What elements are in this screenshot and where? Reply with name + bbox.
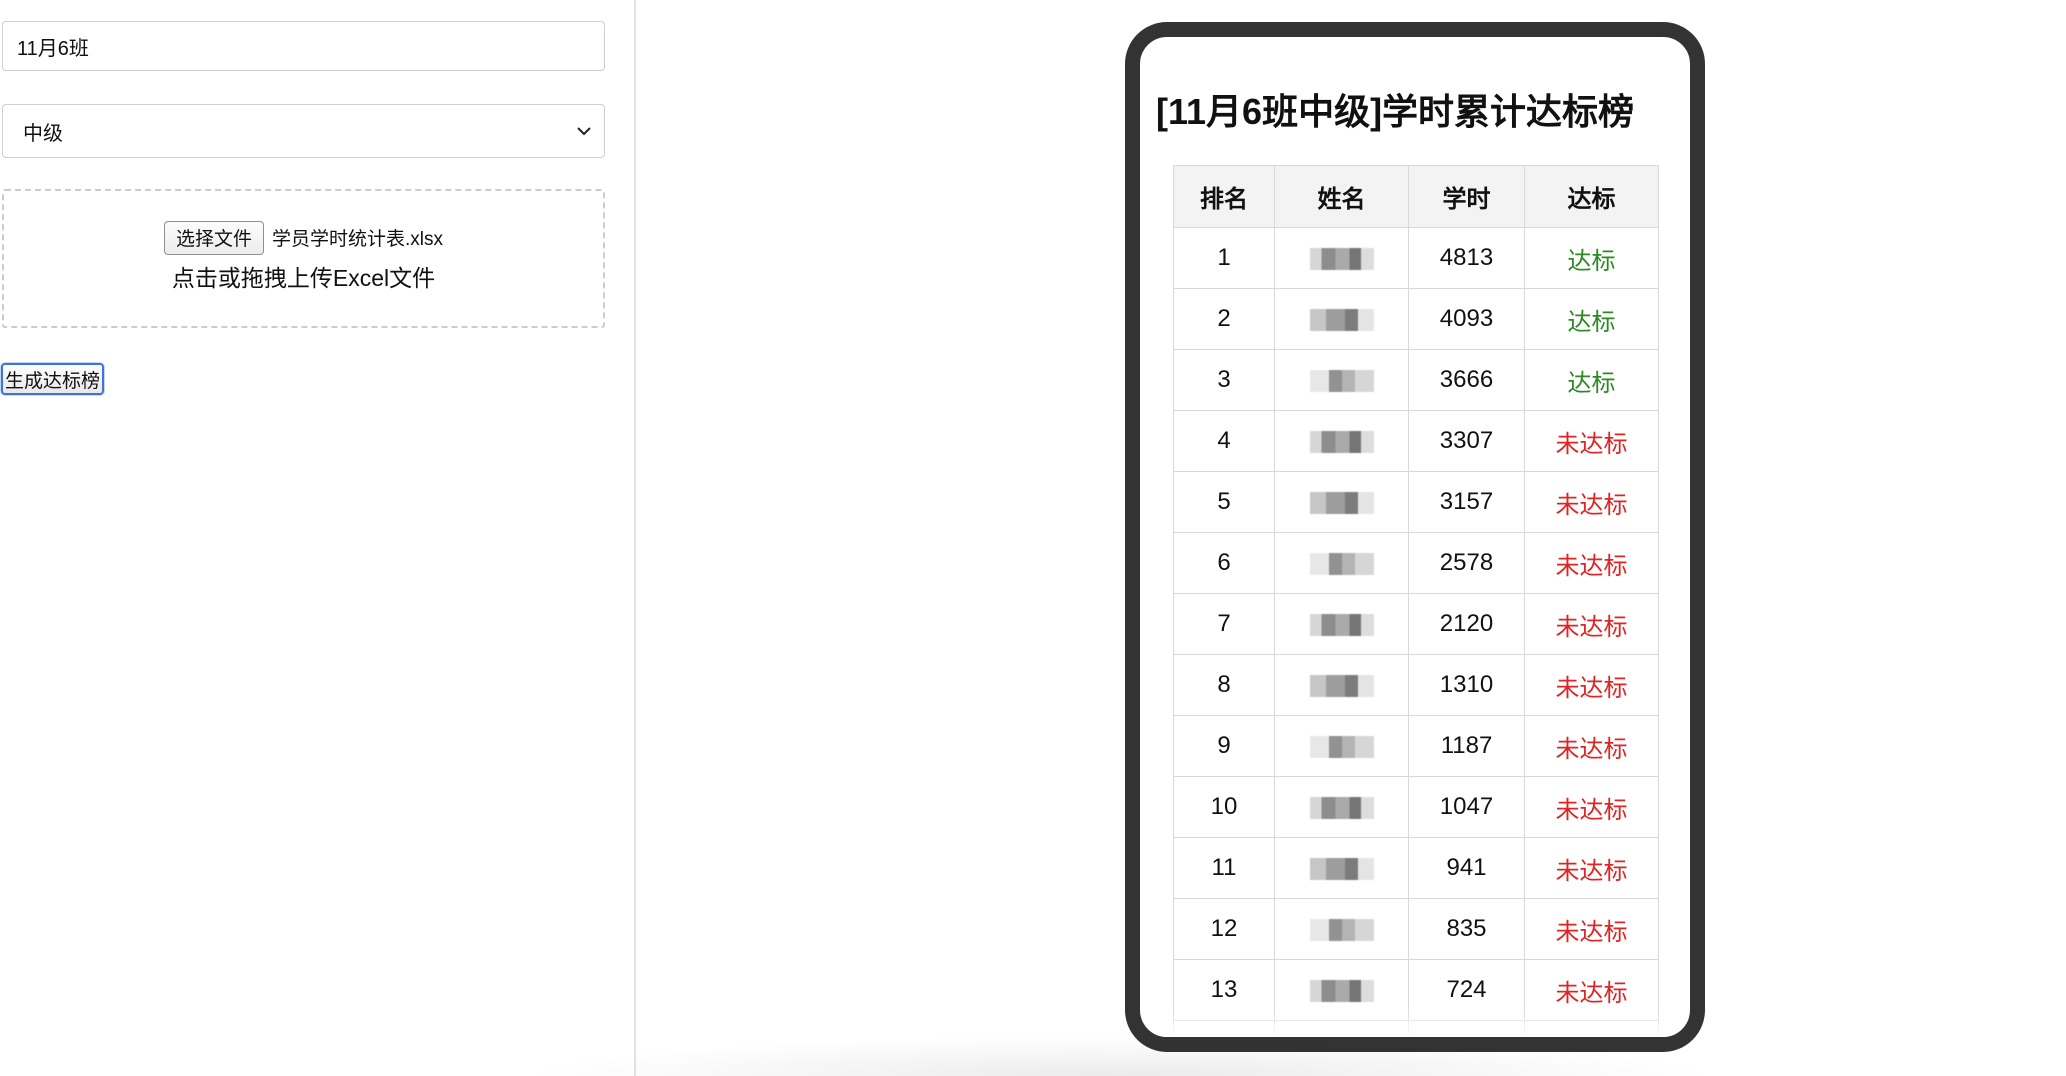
name-cell bbox=[1274, 410, 1409, 472]
redacted-name bbox=[1309, 308, 1374, 331]
table-row: 9 1187 未达标 bbox=[1173, 715, 1659, 777]
rank-cell: 10 bbox=[1173, 776, 1275, 838]
table-row: 8 1310 未达标 bbox=[1173, 654, 1659, 716]
file-picker-row: 选择文件 学员学时统计表.xlsx bbox=[163, 220, 444, 255]
rank-cell: 8 bbox=[1173, 654, 1275, 716]
hours-cell: 3307 bbox=[1408, 410, 1525, 472]
redacted-name bbox=[1309, 735, 1374, 758]
redacted-name bbox=[1309, 430, 1374, 453]
table-row: 6 2578 未达标 bbox=[1173, 532, 1659, 594]
table-row: 5 3157 未达标 bbox=[1173, 471, 1659, 533]
hours-cell: 4813 bbox=[1408, 227, 1525, 289]
column-header-name: 姓名 bbox=[1274, 165, 1409, 228]
scroll-fade bbox=[1140, 1011, 1690, 1037]
hours-cell: 835 bbox=[1408, 898, 1525, 960]
table-header-row: 排名 姓名 学时 达标 bbox=[1173, 165, 1659, 228]
leaderboard-table: 排名 姓名 学时 达标 1 4813 达标 2 4093 达标 3 3666 达标 4 3307 未达… bbox=[1173, 165, 1659, 1052]
status-cell: 达标 bbox=[1524, 288, 1659, 350]
hours-cell: 1187 bbox=[1408, 715, 1525, 777]
upload-hint-text: 点击或拖拽上传Excel文件 bbox=[171, 264, 436, 291]
name-cell bbox=[1274, 715, 1409, 777]
redacted-name bbox=[1309, 918, 1374, 941]
hours-cell: 941 bbox=[1408, 837, 1525, 899]
name-cell bbox=[1274, 837, 1409, 899]
table-row: 3 3666 达标 bbox=[1173, 349, 1659, 411]
choose-file-button[interactable]: 选择文件 bbox=[163, 220, 264, 255]
name-cell bbox=[1274, 776, 1409, 838]
file-upload-dropzone[interactable]: 选择文件 学员学时统计表.xlsx 点击或拖拽上传Excel文件 bbox=[2, 189, 605, 328]
redacted-name bbox=[1309, 247, 1374, 270]
hours-cell: 4093 bbox=[1408, 288, 1525, 350]
chevron-down-icon bbox=[577, 127, 591, 136]
settings-panel: 中级 选择文件 学员学时统计表.xlsx 点击或拖拽上传Excel文件 生成达标… bbox=[0, 0, 636, 1076]
table-row: 12 835 未达标 bbox=[1173, 898, 1659, 960]
redacted-name bbox=[1309, 491, 1374, 514]
name-cell bbox=[1274, 654, 1409, 716]
generate-leaderboard-button[interactable]: 生成达标榜 bbox=[1, 363, 105, 395]
rank-cell: 2 bbox=[1173, 288, 1275, 350]
status-cell: 未达标 bbox=[1524, 654, 1659, 716]
leaderboard-rows: 1 4813 达标 2 4093 达标 3 3666 达标 4 3307 未达标 5 3157 未达标 6 25… bbox=[1173, 227, 1659, 1052]
status-cell: 未达标 bbox=[1524, 898, 1659, 960]
hours-cell: 2120 bbox=[1408, 593, 1525, 655]
status-cell: 达标 bbox=[1524, 227, 1659, 289]
hours-cell: 1310 bbox=[1408, 654, 1525, 716]
leaderboard-title: [11月6班中级]学时累计达标榜 bbox=[1156, 91, 1635, 132]
level-select-value: 中级 bbox=[23, 122, 63, 145]
status-cell: 未达标 bbox=[1524, 837, 1659, 899]
hours-cell: 3666 bbox=[1408, 349, 1525, 411]
hours-cell: 2578 bbox=[1408, 532, 1525, 594]
rank-cell: 5 bbox=[1173, 471, 1275, 533]
rank-cell: 1 bbox=[1173, 227, 1275, 289]
redacted-name bbox=[1309, 796, 1374, 819]
level-select[interactable]: 中级 bbox=[2, 104, 605, 158]
table-row: 10 1047 未达标 bbox=[1173, 776, 1659, 838]
redacted-name bbox=[1309, 857, 1374, 880]
column-header-status: 达标 bbox=[1524, 165, 1659, 228]
name-cell bbox=[1274, 227, 1409, 289]
status-cell: 达标 bbox=[1524, 349, 1659, 411]
status-cell: 未达标 bbox=[1524, 532, 1659, 594]
name-cell bbox=[1274, 593, 1409, 655]
rank-cell: 9 bbox=[1173, 715, 1275, 777]
redacted-name bbox=[1309, 552, 1374, 575]
column-header-rank: 排名 bbox=[1173, 165, 1275, 228]
table-row: 4 3307 未达标 bbox=[1173, 410, 1659, 472]
redacted-name bbox=[1309, 674, 1374, 697]
name-cell bbox=[1274, 471, 1409, 533]
table-row: 7 2120 未达标 bbox=[1173, 593, 1659, 655]
name-cell bbox=[1274, 898, 1409, 960]
rank-cell: 7 bbox=[1173, 593, 1275, 655]
name-cell bbox=[1274, 532, 1409, 594]
hours-cell: 3157 bbox=[1408, 471, 1525, 533]
name-cell bbox=[1274, 349, 1409, 411]
table-row: 1 4813 达标 bbox=[1173, 227, 1659, 289]
redacted-name bbox=[1310, 1041, 1374, 1052]
rank-cell: 6 bbox=[1173, 532, 1275, 594]
rank-cell: 3 bbox=[1173, 349, 1275, 411]
status-cell: 未达标 bbox=[1524, 471, 1659, 533]
table-row: 11 941 未达标 bbox=[1173, 837, 1659, 899]
phone-preview: [11月6班中级]学时累计达标榜 排名 姓名 学时 达标 1 4813 达标 2 409… bbox=[1125, 22, 1705, 1052]
rank-cell: 12 bbox=[1173, 898, 1275, 960]
rank-cell: 11 bbox=[1173, 837, 1275, 899]
class-name-input[interactable] bbox=[2, 21, 605, 71]
selected-file-name: 学员学时统计表.xlsx bbox=[272, 229, 444, 250]
status-cell: 未达标 bbox=[1524, 593, 1659, 655]
column-header-hours: 学时 bbox=[1408, 165, 1525, 228]
name-cell bbox=[1274, 288, 1409, 350]
hours-cell: 1047 bbox=[1408, 776, 1525, 838]
status-cell: 未达标 bbox=[1524, 715, 1659, 777]
redacted-name bbox=[1309, 369, 1374, 392]
redacted-name bbox=[1309, 979, 1374, 1002]
status-cell: 未达标 bbox=[1524, 776, 1659, 838]
status-cell: 未达标 bbox=[1524, 410, 1659, 472]
rank-cell: 4 bbox=[1173, 410, 1275, 472]
redacted-name bbox=[1309, 613, 1374, 636]
table-row: 2 4093 达标 bbox=[1173, 288, 1659, 350]
